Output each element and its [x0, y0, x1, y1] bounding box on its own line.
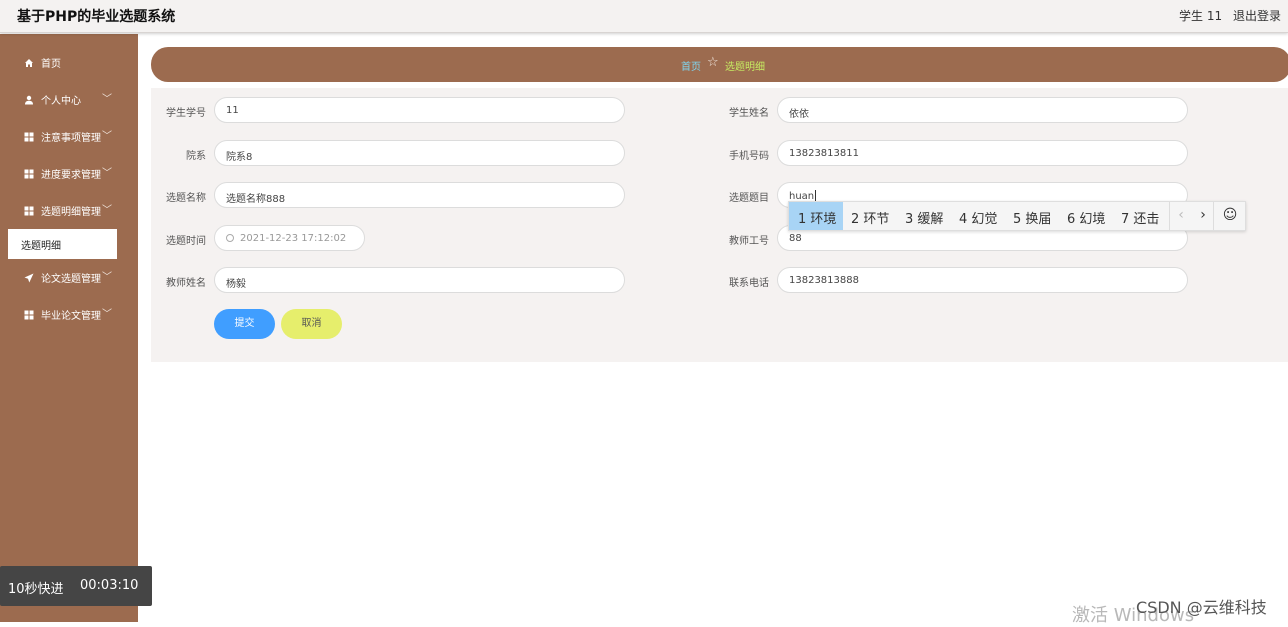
ime-candidate[interactable]: 4 幻觉	[959, 202, 997, 230]
ime-candidate[interactable]: 6 幻境	[1067, 202, 1105, 230]
sidebar-item-progress-management[interactable]: 进度要求管理 ﹀	[0, 161, 138, 187]
ime-candidate[interactable]: 5 换届	[1013, 202, 1051, 230]
sidebar-item-label: 选题明细管理	[41, 207, 101, 218]
topic-time-picker[interactable]: 2021-12-23 17:12:02	[214, 225, 365, 251]
ime-candidate[interactable]: 2 环节	[851, 202, 889, 230]
submit-button[interactable]: 提交	[214, 309, 275, 339]
playback-time: 00:03:10	[80, 578, 139, 593]
star-icon: ☆	[707, 55, 719, 70]
phone-field[interactable]: 13823813811	[777, 140, 1188, 166]
sidebar-item-label: 首页	[41, 59, 61, 70]
breadcrumb: 首页 ☆ 选题明细	[151, 47, 1288, 82]
top-bar: 基于PHP的毕业选题系统 学生 11 退出登录	[0, 0, 1288, 33]
topic-name-label: 选题名称	[166, 193, 206, 204]
breadcrumb-current: 选题明细	[725, 62, 765, 73]
ime-candidate[interactable]: 3 缓解	[905, 202, 943, 230]
teacher-name-label: 教师姓名	[166, 278, 206, 289]
teacher-name-field[interactable]: 杨毅	[214, 267, 625, 293]
grid-icon	[24, 206, 34, 216]
student-no-label: 学生学号	[166, 108, 206, 119]
chevron-down-icon: ﹀	[102, 309, 112, 320]
contact-phone-label: 联系电话	[729, 278, 769, 289]
sidebar-item-personal-center[interactable]: 个人中心 ﹀	[0, 87, 138, 113]
csdn-watermark: CSDN @云维科技	[1136, 598, 1267, 617]
sidebar-item-notice-management[interactable]: 注意事项管理 ﹀	[0, 124, 138, 150]
home-icon	[25, 59, 33, 67]
sidebar-item-thesis-topic-management[interactable]: 论文选题管理 ﹀	[0, 265, 138, 291]
sidebar-item-home[interactable]: 首页	[0, 50, 138, 76]
topic-name-field[interactable]: 选题名称888	[214, 182, 625, 208]
student-no-field[interactable]: 11	[214, 97, 625, 123]
clock-icon	[226, 234, 234, 242]
sidebar: 首页 个人中心 ﹀ 注意事项管理 ﹀ 进度要求管理 ﹀ 选题明细管理 ﹀ 选题明…	[0, 34, 138, 622]
ime-candidate[interactable]: 1 环境	[789, 202, 843, 230]
sidebar-item-graduation-thesis-management[interactable]: 毕业论文管理 ﹀	[0, 302, 138, 328]
ime-prev-icon[interactable]: ‹	[1170, 202, 1192, 230]
chevron-down-icon: ﹀	[102, 168, 112, 179]
contact-phone-field[interactable]: 13823813888	[777, 267, 1188, 293]
ime-candidate[interactable]: 7 还击	[1121, 202, 1159, 230]
sidebar-subitem-topic-detail[interactable]: 选题明细	[8, 229, 117, 259]
sidebar-item-label: 个人中心	[41, 96, 81, 107]
emoji-icon[interactable]: ☺	[1217, 202, 1243, 230]
topic-title-label: 选题题目	[729, 193, 769, 204]
topic-time-value: 2021-12-23 17:12:02	[240, 233, 347, 244]
sidebar-item-label: 毕业论文管理	[41, 311, 101, 322]
department-label: 院系	[186, 151, 206, 162]
phone-label: 手机号码	[729, 151, 769, 162]
user-icon	[25, 95, 33, 105]
grid-icon	[24, 132, 34, 142]
ime-divider	[1213, 202, 1214, 230]
fast-forward-label: 10秒快进	[8, 582, 64, 597]
sidebar-subitem-label: 选题明细	[21, 241, 61, 252]
logout-link[interactable]: 退出登录	[1233, 7, 1281, 24]
grid-icon	[24, 310, 34, 320]
ime-candidate-bar: 1 环境 2 环节 3 缓解 4 幻觉 5 换届 6 幻境 7 还击 ‹ › ☺	[788, 201, 1246, 231]
sidebar-item-label: 注意事项管理	[41, 133, 101, 144]
chevron-down-icon: ﹀	[102, 94, 112, 105]
sidebar-item-label: 进度要求管理	[41, 170, 101, 181]
text-caret	[815, 190, 817, 201]
student-name-label: 学生姓名	[729, 108, 769, 119]
ime-next-icon[interactable]: ›	[1192, 202, 1214, 230]
chevron-down-icon: ﹀	[102, 205, 112, 216]
video-overlay[interactable]: 10秒快进 00:03:10	[0, 566, 152, 606]
chevron-down-icon: ﹀	[102, 131, 112, 142]
topic-time-label: 选题时间	[166, 236, 206, 247]
teacher-no-label: 教师工号	[729, 236, 769, 247]
app-title: 基于PHP的毕业选题系统	[17, 9, 176, 25]
chevron-down-icon: ﹀	[102, 272, 112, 283]
current-user: 学生 11	[1179, 9, 1223, 23]
student-name-field[interactable]: 依依	[777, 97, 1188, 123]
send-icon	[24, 273, 34, 283]
cancel-button[interactable]: 取消	[281, 309, 342, 339]
department-field[interactable]: 院系8	[214, 140, 625, 166]
sidebar-item-label: 论文选题管理	[41, 274, 101, 285]
grid-icon	[24, 169, 34, 179]
breadcrumb-home-link[interactable]: 首页	[681, 58, 701, 73]
sidebar-item-topic-detail-management[interactable]: 选题明细管理 ﹀	[0, 198, 138, 224]
